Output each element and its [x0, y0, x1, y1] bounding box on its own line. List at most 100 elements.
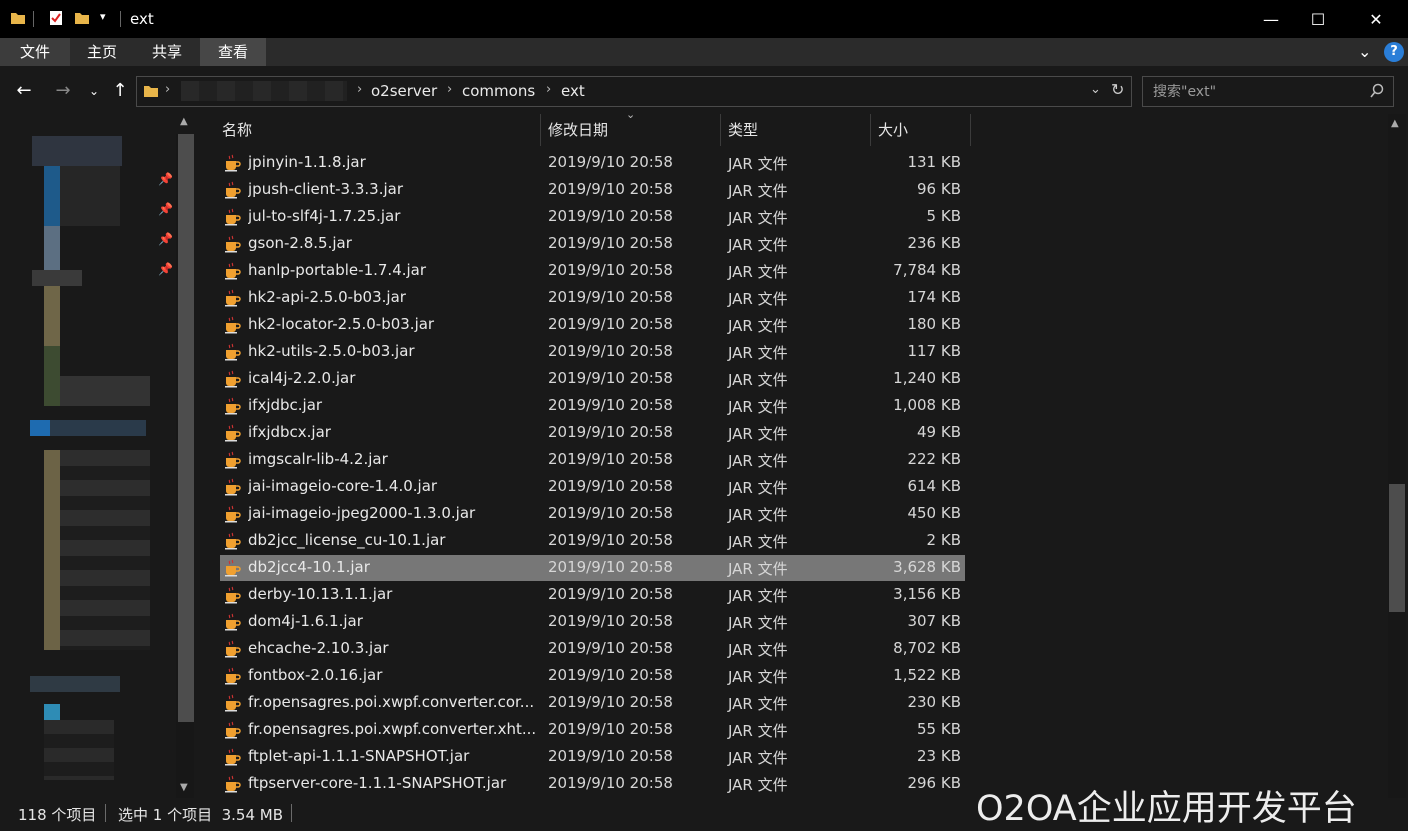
file-name[interactable]: db2jcc_license_cu-10.1.jar: [248, 531, 538, 549]
file-row[interactable]: derby-10.13.1.1.jar 2019/9/10 20:58 JAR 文件…: [220, 582, 965, 608]
breadcrumb-separator-icon[interactable]: ›: [165, 82, 170, 97]
file-name[interactable]: jai-imageio-core-1.4.0.jar: [248, 477, 538, 495]
file-list-scrollbar[interactable]: [1388, 114, 1406, 798]
tab-view[interactable]: 查看: [200, 38, 266, 66]
file-name[interactable]: gson-2.8.5.jar: [248, 234, 538, 252]
file-row[interactable]: dom4j-1.6.1.jar 2019/9/10 20:58 JAR 文件 307 …: [220, 609, 965, 635]
file-name[interactable]: ical4j-2.2.0.jar: [248, 369, 538, 387]
recent-locations-button[interactable]: ⌄: [82, 80, 106, 102]
file-row[interactable]: gson-2.8.5.jar 2019/9/10 20:58 JAR 文件 236 K…: [220, 231, 965, 257]
file-row[interactable]: hk2-api-2.5.0-b03.jar 2019/9/10 20:58 JAR …: [220, 285, 965, 311]
address-dropdown-icon[interactable]: ⌄: [1090, 82, 1101, 97]
minimize-button[interactable]: —: [1248, 0, 1294, 38]
properties-icon[interactable]: [48, 10, 64, 26]
scroll-up-icon[interactable]: ▲: [180, 116, 188, 127]
file-name[interactable]: fr.opensagres.poi.xwpf.converter.xht...: [248, 720, 538, 738]
file-row[interactable]: ftplet-api-1.1.1-SNAPSHOT.jar 2019/9/10 2…: [220, 744, 965, 770]
file-row[interactable]: fr.opensagres.poi.xwpf.converter.cor... 2…: [220, 690, 965, 716]
tab-share[interactable]: 共享: [134, 38, 200, 66]
file-name[interactable]: jpush-client-3.3.3.jar: [248, 180, 538, 198]
maximize-button[interactable]: ☐: [1295, 0, 1341, 38]
breadcrumb-separator-icon[interactable]: ›: [447, 82, 452, 97]
file-row[interactable]: hanlp-portable-1.7.4.jar 2019/9/10 20:58 J…: [220, 258, 965, 284]
file-name[interactable]: ehcache-2.10.3.jar: [248, 639, 538, 657]
file-name[interactable]: hanlp-portable-1.7.4.jar: [248, 261, 538, 279]
new-folder-icon[interactable]: [74, 10, 90, 26]
file-list[interactable]: 名称 修改日期 ⌄ 类型 大小 jpinyin-1.1.8.jar 2019/9/…: [198, 114, 1388, 798]
file-row[interactable]: imgscalr-lib-4.2.jar 2019/9/10 20:58 JAR 文…: [220, 447, 965, 473]
column-size[interactable]: 大小: [871, 114, 971, 146]
file-row[interactable]: jpinyin-1.1.8.jar 2019/9/10 20:58 JAR 文件 13…: [220, 150, 965, 176]
nav-scrollbar-thumb[interactable]: [178, 134, 194, 722]
file-row[interactable]: ftpserver-core-1.1.1-SNAPSHOT.jar 2019/9/…: [220, 771, 965, 797]
jar-file-icon: [225, 559, 241, 577]
forward-button[interactable]: →: [51, 80, 75, 102]
close-button[interactable]: ✕: [1353, 0, 1399, 38]
pin-icon[interactable]: 📌: [158, 232, 173, 246]
file-name[interactable]: jpinyin-1.1.8.jar: [248, 153, 538, 171]
file-name[interactable]: imgscalr-lib-4.2.jar: [248, 450, 538, 468]
file-name[interactable]: hk2-locator-2.5.0-b03.jar: [248, 315, 538, 333]
file-row[interactable]: jul-to-slf4j-1.7.25.jar 2019/9/10 20:58 JA…: [220, 204, 965, 230]
address-bar[interactable]: › › o2server › commons › ext ⌄ ↻: [136, 76, 1132, 107]
search-input[interactable]: [1151, 81, 1355, 103]
file-row[interactable]: fr.opensagres.poi.xwpf.converter.xht... 2…: [220, 717, 965, 743]
file-name[interactable]: hk2-api-2.5.0-b03.jar: [248, 288, 538, 306]
file-row[interactable]: hk2-utils-2.5.0-b03.jar 2019/9/10 20:58 JA…: [220, 339, 965, 365]
pin-icon[interactable]: 📌: [158, 262, 173, 276]
file-name[interactable]: jai-imageio-jpeg2000-1.3.0.jar: [248, 504, 538, 522]
customize-toolbar-icon[interactable]: ▾: [100, 10, 106, 23]
file-name[interactable]: db2jcc4-10.1.jar: [248, 558, 538, 576]
help-icon[interactable]: ?: [1384, 42, 1404, 62]
breadcrumb-separator-icon[interactable]: ›: [357, 82, 362, 97]
breadcrumb-commons[interactable]: commons: [462, 82, 535, 100]
pin-icon[interactable]: 📌: [158, 202, 173, 216]
file-name[interactable]: jul-to-slf4j-1.7.25.jar: [248, 207, 538, 225]
search-box[interactable]: [1142, 76, 1394, 107]
breadcrumb-o2server[interactable]: o2server: [371, 82, 437, 100]
blurred-nav-item: [30, 676, 120, 692]
file-row[interactable]: ehcache-2.10.3.jar 2019/9/10 20:58 JAR 文件 8…: [220, 636, 965, 662]
file-name[interactable]: ifxjdbc.jar: [248, 396, 538, 414]
back-button[interactable]: ←: [12, 80, 36, 102]
file-row[interactable]: ical4j-2.2.0.jar 2019/9/10 20:58 JAR 文件 1,2…: [220, 366, 965, 392]
watermark: O2OA企业应用开发平台: [976, 789, 1357, 829]
file-row[interactable]: db2jcc4-10.1.jar 2019/9/10 20:58 JAR 文件 3,6…: [220, 555, 965, 581]
up-button[interactable]: ↑: [108, 80, 132, 102]
scroll-down-icon[interactable]: ▼: [180, 782, 188, 793]
file-row[interactable]: ifxjdbc.jar 2019/9/10 20:58 JAR 文件 1,008 KB: [220, 393, 965, 419]
file-list-scrollbar-thumb[interactable]: [1389, 484, 1405, 612]
navigation-pane[interactable]: 📌 📌 📌 📌 ▲ ▼: [0, 114, 196, 798]
file-name[interactable]: ifxjdbcx.jar: [248, 423, 538, 441]
file-name[interactable]: ftplet-api-1.1.1-SNAPSHOT.jar: [248, 747, 538, 765]
expand-ribbon-icon[interactable]: ⌄: [1358, 42, 1371, 61]
file-name[interactable]: fontbox-2.0.16.jar: [248, 666, 538, 684]
file-name[interactable]: dom4j-1.6.1.jar: [248, 612, 538, 630]
file-name[interactable]: ftpserver-core-1.1.1-SNAPSHOT.jar: [248, 774, 538, 792]
search-icon[interactable]: [1369, 83, 1385, 99]
file-row[interactable]: fontbox-2.0.16.jar 2019/9/10 20:58 JAR 文件 1…: [220, 663, 965, 689]
file-name[interactable]: fr.opensagres.poi.xwpf.converter.cor...: [248, 693, 538, 711]
file-name[interactable]: derby-10.13.1.1.jar: [248, 585, 538, 603]
file-date: 2019/9/10 20:58: [548, 693, 673, 711]
scroll-up-icon[interactable]: ▲: [1391, 118, 1399, 129]
blurred-nav-item: [30, 420, 50, 436]
jar-file-icon: [225, 775, 241, 793]
refresh-icon[interactable]: ↻: [1111, 80, 1124, 99]
file-row[interactable]: jpush-client-3.3.3.jar 2019/9/10 20:58 JAR…: [220, 177, 965, 203]
file-name[interactable]: hk2-utils-2.5.0-b03.jar: [248, 342, 538, 360]
breadcrumb-separator-icon[interactable]: ›: [546, 82, 551, 97]
file-row[interactable]: jai-imageio-core-1.4.0.jar 2019/9/10 20:5…: [220, 474, 965, 500]
file-row[interactable]: jai-imageio-jpeg2000-1.3.0.jar 2019/9/10 …: [220, 501, 965, 527]
file-row[interactable]: ifxjdbcx.jar 2019/9/10 20:58 JAR 文件 49 KB: [220, 420, 965, 446]
file-size: 23 KB: [917, 747, 961, 765]
tab-home[interactable]: 主页: [70, 38, 134, 66]
tab-file[interactable]: 文件: [0, 38, 70, 66]
breadcrumb-ext[interactable]: ext: [561, 82, 585, 100]
file-date: 2019/9/10 20:58: [548, 207, 673, 225]
column-name[interactable]: 名称: [198, 114, 541, 146]
file-row[interactable]: db2jcc_license_cu-10.1.jar 2019/9/10 20:5…: [220, 528, 965, 554]
column-type[interactable]: 类型: [721, 114, 871, 146]
pin-icon[interactable]: 📌: [158, 172, 173, 186]
file-row[interactable]: hk2-locator-2.5.0-b03.jar 2019/9/10 20:58…: [220, 312, 965, 338]
